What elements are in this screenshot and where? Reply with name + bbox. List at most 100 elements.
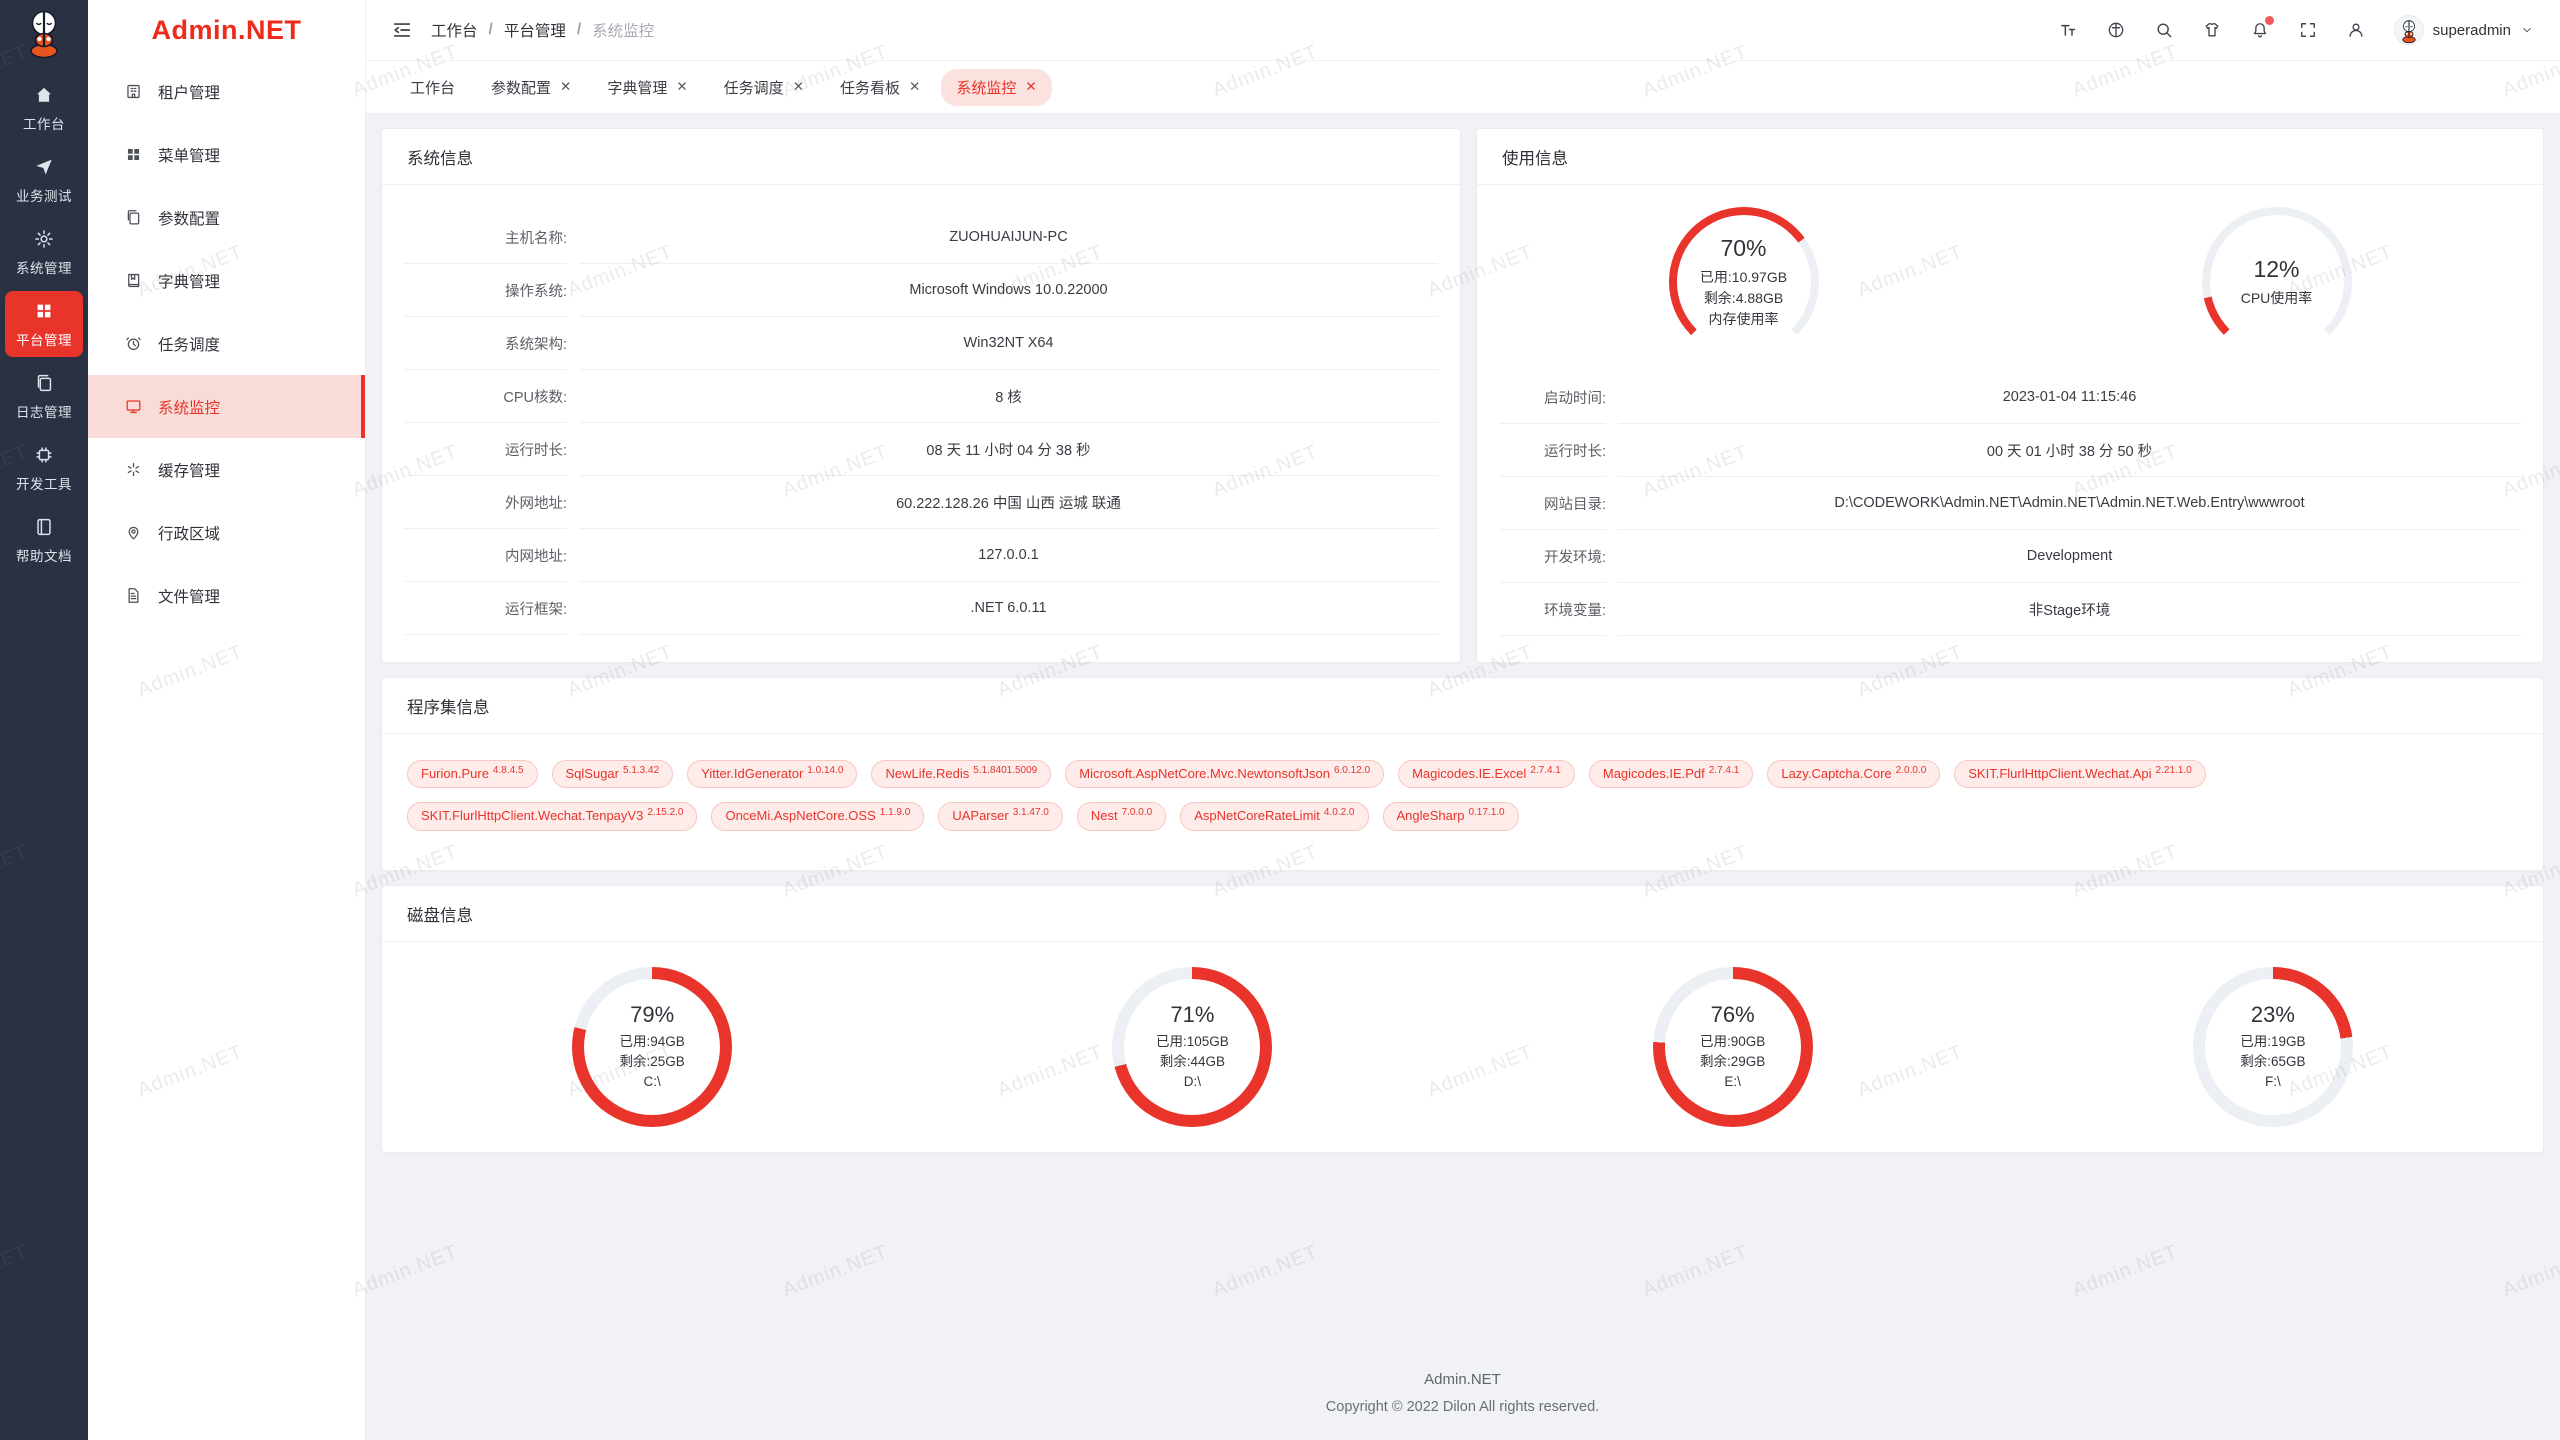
sidebar-item-param-config[interactable]: 参数配置: [88, 186, 365, 249]
language-icon[interactable]: [2106, 20, 2126, 40]
rail-item-platform-mgmt[interactable]: 平台管理: [5, 291, 83, 357]
info-row: 环境变量: 非Stage环境: [1499, 583, 2521, 636]
rail-item-icon: [33, 516, 55, 538]
tab-label: 任务调度: [724, 77, 784, 98]
assembly-tag: Magicodes.IE.Pdf2.7.4.1: [1589, 760, 1753, 788]
tab-workbench[interactable]: 工作台: [395, 69, 470, 106]
sidebar-item-label: 任务调度: [158, 333, 220, 355]
assembly-tag: Magicodes.IE.Excel2.7.4.1: [1398, 760, 1575, 788]
info-row: 启动时间: 2023-01-04 11:15:46: [1499, 371, 2521, 424]
sidebar-item-file-mgmt[interactable]: 文件管理: [88, 564, 365, 627]
info-label: 运行时长:: [1499, 424, 1606, 477]
assembly-tag: UAParser3.1.47.0: [938, 802, 1063, 830]
cpu-usage-gauge: 12% CPU使用率: [2010, 207, 2543, 357]
breadcrumb-separator: /: [489, 21, 493, 39]
tab-close-icon[interactable]: ✕: [909, 80, 920, 94]
assembly-tag: Furion.Pure4.8.4.5: [407, 760, 538, 788]
sidebar-menu: 租户管理 菜单管理 参数配置 字典管理 任务调度: [88, 60, 365, 627]
rail-item-icon: [33, 372, 55, 394]
header-icon-group: [2058, 20, 2366, 40]
sidebar-item-dict-mgmt[interactable]: 字典管理: [88, 249, 365, 312]
sidebar-item-label: 菜单管理: [158, 144, 220, 166]
rail-item-icon: [33, 228, 55, 250]
info-row: 开发环境: Development: [1499, 530, 2521, 583]
profile-icon[interactable]: [2346, 20, 2366, 40]
sidebar-item-icon: [124, 334, 143, 353]
card-title: 使用信息: [1477, 129, 2543, 185]
info-row: 外网地址: 60.222.128.26 中国 山西 运城 联通: [404, 476, 1438, 529]
info-value: 08 天 11 小时 04 分 38 秒: [579, 423, 1438, 476]
sidebar-item-cache-mgmt[interactable]: 缓存管理: [88, 438, 365, 501]
info-label: CPU核数:: [404, 370, 567, 423]
tab-label: 参数配置: [491, 77, 551, 98]
info-label: 开发环境:: [1499, 530, 1606, 583]
info-row: 内网地址: 127.0.0.1: [404, 529, 1438, 582]
sidebar-item-label: 文件管理: [158, 585, 220, 607]
tab-task-board[interactable]: 任务看板 ✕: [825, 69, 935, 106]
breadcrumb-system-monitor[interactable]: / 系统监控: [566, 19, 654, 41]
rail-item-dev-tools[interactable]: 开发工具: [5, 435, 83, 501]
tab-system-monitor[interactable]: 系统监控 ✕: [941, 69, 1051, 106]
rail-item-help-docs[interactable]: 帮助文档: [5, 507, 83, 573]
gauge-percent: 12%: [2253, 256, 2299, 283]
info-row: 运行时长: 00 天 01 小时 38 分 50 秒: [1499, 424, 2521, 477]
mascot-logo-icon[interactable]: [22, 8, 66, 60]
memory-usage-gauge: 70% 已用:10.97GB 剩余:4.88GB 内存使用率: [1477, 207, 2010, 357]
rail-item-label: 业务测试: [16, 185, 72, 205]
font-size-icon[interactable]: [2058, 20, 2078, 40]
rail-item-label: 系统管理: [16, 257, 72, 277]
rail-item-icon: [33, 300, 55, 322]
tab-close-icon[interactable]: ✕: [676, 80, 687, 94]
info-label: 外网地址:: [404, 476, 567, 529]
search-icon[interactable]: [2154, 20, 2174, 40]
sidebar-item-menu-mgmt[interactable]: 菜单管理: [88, 123, 365, 186]
assembly-tag: NewLife.Redis5.1.8401.5009: [871, 760, 1051, 788]
user-menu[interactable]: superadmin: [2394, 15, 2534, 45]
sidebar-item-task-schedule[interactable]: 任务调度: [88, 312, 365, 375]
tab-close-icon[interactable]: ✕: [793, 80, 804, 94]
info-row: 网站目录: D:\CODEWORK\Admin.NET\Admin.NET\Ad…: [1499, 477, 2521, 530]
tab-dict-mgmt[interactable]: 字典管理 ✕: [592, 69, 702, 106]
disk-text: 76% 已用:90GB 剩余:29GB E:\: [1653, 967, 1813, 1127]
main-area: 工作台 / 平台管理 / 系统监控: [365, 0, 2560, 1440]
sidebar-item-icon: [124, 460, 143, 479]
sidebar-item-icon: [124, 397, 143, 416]
rail-item-business-test[interactable]: 业务测试: [5, 147, 83, 213]
notification-bell-icon[interactable]: [2250, 20, 2270, 40]
card-title: 系统信息: [382, 129, 1460, 185]
rail-item-system-mgmt[interactable]: 系统管理: [5, 219, 83, 285]
tab-close-icon[interactable]: ✕: [1025, 80, 1036, 94]
sidebar-item-label: 系统监控: [158, 396, 220, 418]
chevron-down-icon: [2520, 23, 2534, 37]
info-label: 内网地址:: [404, 529, 567, 582]
app-logo: Admin.NET: [88, 0, 365, 60]
theme-icon[interactable]: [2202, 20, 2222, 40]
footer-copyright: Copyright © 2022 Dilon All rights reserv…: [381, 1399, 2544, 1415]
info-value: 127.0.0.1: [579, 529, 1438, 582]
tab-param-config[interactable]: 参数配置 ✕: [476, 69, 586, 106]
disk-gauge-c: 79% 已用:94GB 剩余:25GB C:\: [382, 967, 922, 1127]
notification-badge: [2265, 16, 2274, 25]
collapse-sidebar-icon[interactable]: [391, 19, 413, 41]
usage-info-table: 启动时间: 2023-01-04 11:15:46 运行时长: 00 天 01 …: [1477, 357, 2543, 636]
tab-task-schedule[interactable]: 任务调度 ✕: [709, 69, 819, 106]
fullscreen-icon[interactable]: [2298, 20, 2318, 40]
disk-text: 71% 已用:105GB 剩余:44GB D:\: [1112, 967, 1272, 1127]
tab-label: 字典管理: [607, 77, 667, 98]
sidebar-item-tenant-mgmt[interactable]: 租户管理: [88, 60, 365, 123]
rail-item-label: 开发工具: [16, 473, 72, 493]
sidebar-item-system-monitor[interactable]: 系统监控: [88, 375, 365, 438]
breadcrumb-workbench[interactable]: 工作台: [431, 19, 478, 41]
rail-item-log-mgmt[interactable]: 日志管理: [5, 363, 83, 429]
rail-item-workbench[interactable]: 工作台: [5, 75, 83, 141]
assembly-tag: SqlSugar5.1.3.42: [552, 760, 674, 788]
page-footer: Admin.NET Copyright © 2022 Dilon All rig…: [381, 1371, 2544, 1415]
page-content: 系统信息 主机名称: ZUOHUAIJUN-PC 操作系统: Microsoft…: [365, 114, 2560, 1440]
sidebar-item-admin-region[interactable]: 行政区域: [88, 501, 365, 564]
info-value: .NET 6.0.11: [579, 582, 1438, 635]
sidebar-item-icon: [124, 82, 143, 101]
tab-close-icon[interactable]: ✕: [560, 80, 571, 94]
tab-label: 任务看板: [840, 77, 900, 98]
breadcrumb-platform-mgmt[interactable]: / 平台管理: [478, 19, 566, 41]
info-value: Microsoft Windows 10.0.22000: [579, 264, 1438, 317]
